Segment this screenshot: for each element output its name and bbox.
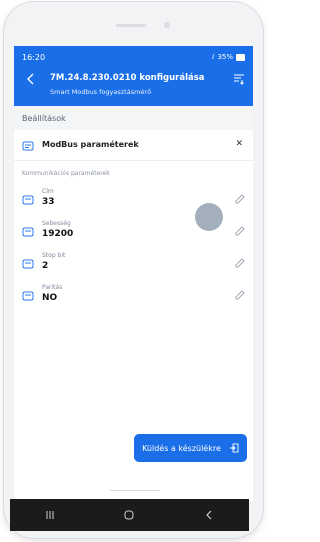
group-label: Kommunikációs paraméterek bbox=[22, 170, 110, 177]
recents-icon[interactable] bbox=[43, 508, 57, 522]
param-row-stop-bit[interactable]: Stop bit 2 bbox=[14, 248, 253, 278]
param-label: Sebesség bbox=[42, 220, 71, 227]
filter-list-icon[interactable] bbox=[233, 73, 245, 85]
exit-to-icon bbox=[229, 443, 239, 453]
device-icon bbox=[22, 291, 34, 301]
page-title: 7M.24.8.230.0210 konfigurálása bbox=[50, 73, 205, 83]
edit-icon[interactable] bbox=[235, 258, 245, 268]
device-icon bbox=[22, 141, 34, 151]
param-label: Cím bbox=[42, 188, 54, 195]
screen: 16:20 ⅈ 35% 7M.24.8.230.0210 konfigurálá… bbox=[14, 46, 253, 501]
back-icon[interactable] bbox=[202, 508, 216, 522]
speaker bbox=[116, 24, 146, 27]
edit-icon[interactable] bbox=[235, 290, 245, 300]
edit-icon[interactable] bbox=[235, 194, 245, 204]
panel-title: ModBus paraméterek bbox=[42, 140, 139, 149]
camera bbox=[164, 22, 170, 28]
divider bbox=[110, 490, 160, 491]
page-subtitle: Smart Modbus fogyasztásmérő bbox=[50, 88, 152, 96]
back-arrow-icon[interactable] bbox=[24, 72, 38, 86]
battery-icon bbox=[236, 53, 245, 61]
touch-indicator bbox=[195, 203, 223, 231]
param-label: Stop bit bbox=[42, 252, 66, 259]
close-icon[interactable]: ✕ bbox=[235, 139, 243, 149]
param-value: 2 bbox=[42, 261, 49, 271]
device-icon bbox=[22, 227, 34, 237]
param-value: 19200 bbox=[42, 229, 74, 239]
signal-icon: ⅈ bbox=[211, 53, 215, 61]
battery-percent: 35% bbox=[217, 53, 233, 61]
edit-icon[interactable] bbox=[235, 226, 245, 236]
param-value: 33 bbox=[42, 197, 55, 207]
section-title: Beállítások bbox=[22, 114, 66, 123]
param-row-parity[interactable]: Paritás NO bbox=[14, 280, 253, 310]
send-to-device-button[interactable]: Küldés a készülékre bbox=[134, 434, 247, 462]
system-nav-bar bbox=[10, 499, 249, 531]
param-value: NO bbox=[42, 293, 58, 303]
phone-frame: 16:20 ⅈ 35% 7M.24.8.230.0210 konfigurálá… bbox=[4, 2, 263, 538]
status-time: 16:20 bbox=[22, 53, 46, 62]
status-right: ⅈ 35% bbox=[212, 53, 245, 61]
app-bar: 16:20 ⅈ 35% 7M.24.8.230.0210 konfigurálá… bbox=[14, 46, 253, 106]
panel-header: ModBus paraméterek ✕ bbox=[14, 132, 253, 161]
device-icon bbox=[22, 259, 34, 269]
param-label: Paritás bbox=[42, 284, 63, 291]
phone-bezel-top bbox=[4, 2, 263, 44]
device-icon bbox=[22, 195, 34, 205]
home-icon[interactable] bbox=[122, 508, 136, 522]
send-button-label: Küldés a készülékre bbox=[142, 443, 221, 453]
